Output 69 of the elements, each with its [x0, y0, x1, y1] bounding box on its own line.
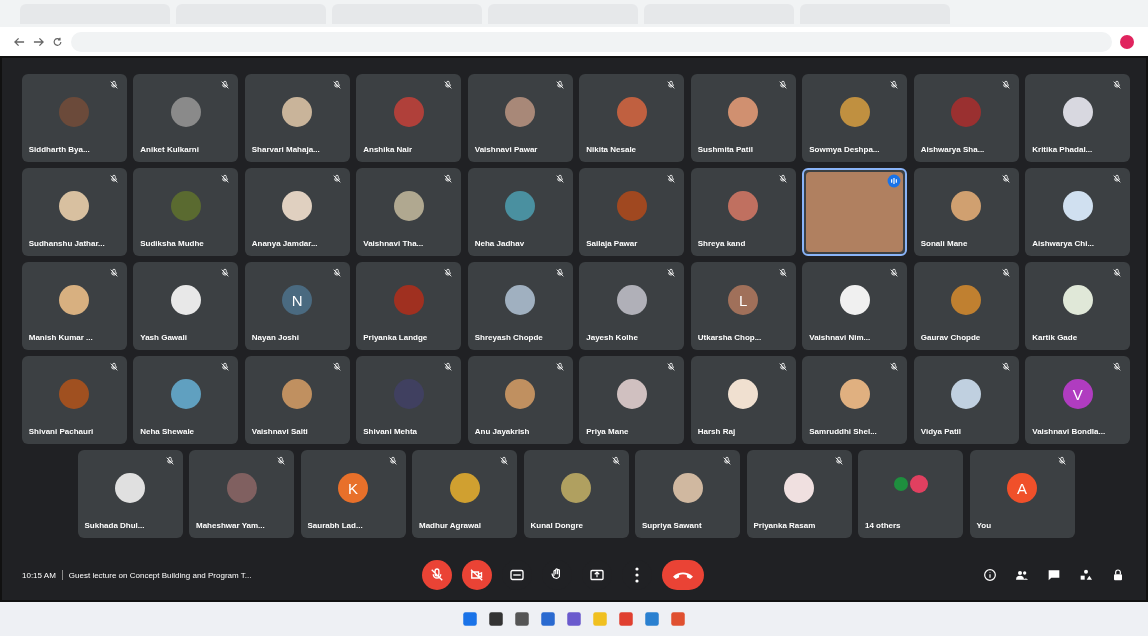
participant-name: Priya Mane [586, 427, 629, 436]
participant-name: Shivani Pachauri [28, 427, 94, 436]
participant-name: Samruddhi Shel... [809, 427, 877, 436]
participant-name: Harsh Raj [697, 427, 736, 436]
participant-name: Aishwarya Sha... [920, 145, 985, 154]
participant-name: Vaishnavi Pawar [474, 145, 538, 154]
meeting-title: Guest lecture on Concept Building and Program T... [68, 570, 252, 580]
participant-name: Nikita Nesale [586, 145, 637, 154]
participant-name: Sonali Mane [920, 239, 968, 248]
letter-avatar: V [1062, 379, 1093, 409]
clock-time: 10:15 AM [22, 570, 56, 580]
participant-name: Shreyash Chopde [474, 333, 543, 342]
participant-name: Priyanka Landge [363, 333, 428, 342]
participant-name: Nayan Joshi [251, 333, 299, 342]
participant-name: Utkarsha Chop... [697, 333, 762, 342]
participant-name: Aishwarya Chi... [1032, 239, 1095, 248]
more-icon [635, 567, 639, 583]
participant-name: Gaurav Chopde [920, 333, 981, 342]
participant-name: Sukhada Dhul... [84, 521, 145, 530]
camera-off-button[interactable] [462, 560, 492, 590]
forward-icon[interactable] [33, 36, 44, 47]
participant-name: Kunal Dongre [530, 521, 583, 530]
participant-name: Neha Shewale [140, 427, 195, 436]
participant-name: Maheshwar Yam... [196, 521, 265, 530]
participant-name: Anshika Nair [363, 145, 413, 154]
participant-name: Madhur Agrawal [419, 521, 481, 530]
hang-up-icon [673, 571, 693, 579]
participant-name: Vaishnavi Salti [251, 427, 308, 436]
participant-name: Sowmya Deshpa... [809, 145, 880, 154]
participant-name: Shreya kand [697, 239, 746, 248]
participant-name: Yash Gawali [140, 333, 187, 342]
participant-name: Anu Jayakrish [474, 427, 530, 436]
shapes-icon[interactable] [1078, 567, 1094, 583]
participant-name: Priyanka Rasam [753, 521, 816, 530]
participant-name: Neha Jadhav [474, 239, 525, 248]
participant-name: Ananya Jamdar... [251, 239, 318, 248]
profile-avatar[interactable] [1120, 34, 1134, 49]
letter-avatar: A [1007, 473, 1037, 503]
participant-name: Vaishnavi Tha... [363, 239, 424, 248]
avatar-circle [893, 477, 908, 491]
participant-name: 14 others [865, 521, 901, 530]
participant-name: Vaishnavi Nim... [809, 333, 871, 342]
taskbar-app-icon[interactable] [513, 610, 531, 628]
participant-name: Supriya Sawant [642, 521, 702, 530]
reload-icon[interactable] [52, 36, 63, 47]
info-icon[interactable] [982, 567, 998, 583]
participant-name: Sharvari Mahaja... [251, 145, 320, 154]
participant-name: Sushmita Patil [697, 145, 753, 154]
letter-avatar: N [282, 285, 313, 315]
participant-name: Saurabh Lad... [307, 521, 363, 530]
participant-name: You [976, 521, 991, 530]
participant-name: Sailaja Pawar [586, 239, 638, 248]
participant-name: Kritika Phadal... [1032, 145, 1093, 154]
participant-name: Manish Kumar ... [28, 333, 93, 342]
taskbar-app-icon[interactable] [487, 610, 505, 628]
participant-name: Shivani Mehta [363, 427, 418, 436]
participant-name: Sudiksha Mudhe [140, 239, 204, 248]
participant-name: Sudhanshu Jathar... [28, 239, 105, 248]
participant-name: Kartik Gade [1032, 333, 1078, 342]
back-icon[interactable] [14, 36, 25, 47]
participant-name: Vidya Patil [920, 427, 962, 436]
hang-up-button[interactable] [662, 560, 704, 590]
participant-name: Vaishnavi Bondla... [1032, 427, 1106, 436]
letter-avatar: L [728, 285, 759, 315]
participant-name: Siddharth Bya... [28, 145, 90, 154]
letter-avatar: K [338, 473, 368, 503]
participant-name: Aniket Kulkarni [140, 145, 199, 154]
mic-off-button[interactable] [422, 560, 452, 590]
participant-name: Jayesh Kolhe [586, 333, 638, 342]
